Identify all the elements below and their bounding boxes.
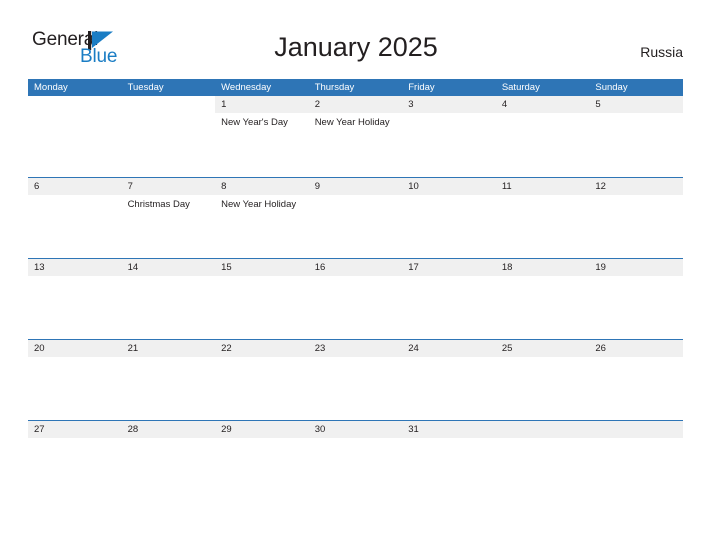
week-row: 6 7 Christmas Day 8 New Year Holiday 9 10 11 12 [28, 177, 683, 258]
week-row: 1 New Year's Day 2 New Year Holiday 3 4 5 [28, 96, 683, 177]
day-cell[interactable]: 27 [28, 421, 122, 501]
day-number: 11 [495, 178, 590, 195]
day-number: 31 [402, 421, 496, 438]
day-cell[interactable]: 10 [402, 178, 496, 258]
day-number: 5 [589, 96, 683, 113]
day-cell-empty [589, 421, 683, 501]
day-number: 27 [28, 421, 122, 438]
day-number: 8 [215, 178, 309, 195]
day-cell[interactable]: 3 [402, 96, 496, 177]
calendar-grid: Monday Tuesday Wednesday Thursday Friday Satu… [28, 79, 683, 501]
day-cell[interactable]: 16 [308, 259, 403, 339]
weekday-header-saturday: Saturday [501, 82, 540, 93]
day-number: 4 [495, 96, 590, 113]
day-number: 9 [308, 178, 403, 195]
weekday-header-tuesday: Tuesday [127, 82, 164, 93]
day-number: 19 [589, 259, 683, 276]
day-number: 3 [402, 96, 496, 113]
event-list: New Year Holiday [215, 195, 309, 211]
day-number: 29 [215, 421, 309, 438]
day-cell-empty [495, 421, 590, 501]
day-cell[interactable]: 6 [28, 178, 122, 258]
day-cell-empty [28, 96, 122, 177]
day-number: 10 [402, 178, 496, 195]
region-label: Russia [640, 44, 683, 60]
day-cell[interactable]: 31 [402, 421, 496, 501]
day-number: 25 [495, 340, 590, 357]
day-number: 12 [589, 178, 683, 195]
day-cell[interactable]: 9 [308, 178, 403, 258]
week-row: 13 14 15 16 17 18 19 [28, 258, 683, 339]
day-number [28, 96, 122, 113]
day-cell[interactable]: 19 [589, 259, 683, 339]
day-cell[interactable]: 7 Christmas Day [121, 178, 216, 258]
weekday-header-thursday: Thursday [314, 82, 355, 93]
weeks-container: 1 New Year's Day 2 New Year Holiday 3 4 5 6 7 Chr… [28, 96, 683, 501]
holiday-event: Christmas Day [127, 199, 190, 210]
day-cell[interactable]: 12 [589, 178, 683, 258]
day-number: 1 [215, 96, 309, 113]
day-cell[interactable]: 26 [589, 340, 683, 420]
day-number: 22 [215, 340, 309, 357]
day-number: 23 [308, 340, 403, 357]
day-number [495, 421, 590, 438]
day-number: 7 [121, 178, 216, 195]
day-cell[interactable]: 4 [495, 96, 590, 177]
holiday-event: New Year's Day [221, 117, 288, 128]
day-number: 2 [308, 96, 403, 113]
day-cell[interactable]: 25 [495, 340, 590, 420]
page-title: January 2025 [274, 32, 438, 62]
weekday-header-row: Monday Tuesday Wednesday Thursday Friday Satu… [28, 79, 683, 96]
holiday-event: New Year Holiday [221, 199, 297, 210]
event-list: New Year Holiday [309, 113, 403, 129]
event-list: Christmas Day [122, 195, 216, 211]
day-cell[interactable]: 2 New Year Holiday [308, 96, 403, 177]
day-number: 13 [28, 259, 122, 276]
day-number: 26 [589, 340, 683, 357]
day-number: 21 [121, 340, 216, 357]
day-cell[interactable]: 11 [495, 178, 590, 258]
day-cell[interactable]: 15 [215, 259, 309, 339]
holiday-event: New Year Holiday [314, 117, 390, 128]
day-number: 16 [308, 259, 403, 276]
day-cell[interactable]: 22 [215, 340, 309, 420]
day-number: 30 [308, 421, 403, 438]
day-cell[interactable]: 28 [121, 421, 216, 501]
day-cell[interactable]: 13 [28, 259, 122, 339]
day-cell[interactable]: 20 [28, 340, 122, 420]
day-cell[interactable]: 30 [308, 421, 403, 501]
day-cell[interactable]: 5 [589, 96, 683, 177]
day-number: 20 [28, 340, 122, 357]
day-number: 24 [402, 340, 496, 357]
day-cell[interactable]: 14 [121, 259, 216, 339]
weekday-header-sunday: Sunday [595, 82, 628, 93]
day-cell[interactable]: 18 [495, 259, 590, 339]
weekday-header-wednesday: Wednesday [221, 82, 272, 93]
day-number: 15 [215, 259, 309, 276]
page-header: General Blue January 2025 Russia [0, 0, 712, 66]
day-number: 17 [402, 259, 496, 276]
day-number: 28 [121, 421, 216, 438]
day-cell[interactable]: 1 New Year's Day [215, 96, 309, 177]
day-cell[interactable]: 8 New Year Holiday [215, 178, 309, 258]
weekday-header-monday: Monday [34, 82, 68, 93]
day-number: 14 [121, 259, 216, 276]
day-cell[interactable]: 24 [402, 340, 496, 420]
day-cell[interactable]: 21 [121, 340, 216, 420]
day-number: 6 [28, 178, 122, 195]
weekday-header-friday: Friday [408, 82, 435, 93]
day-cell[interactable]: 29 [215, 421, 309, 501]
day-cell[interactable]: 17 [402, 259, 496, 339]
week-row: 20 21 22 23 24 25 26 [28, 339, 683, 420]
day-number [589, 421, 683, 438]
day-number: 18 [495, 259, 590, 276]
day-cell[interactable]: 23 [308, 340, 403, 420]
event-list: New Year's Day [215, 113, 309, 129]
day-number [121, 96, 216, 113]
day-cell-empty [121, 96, 216, 177]
week-row: 27 28 29 30 31 [28, 420, 683, 501]
